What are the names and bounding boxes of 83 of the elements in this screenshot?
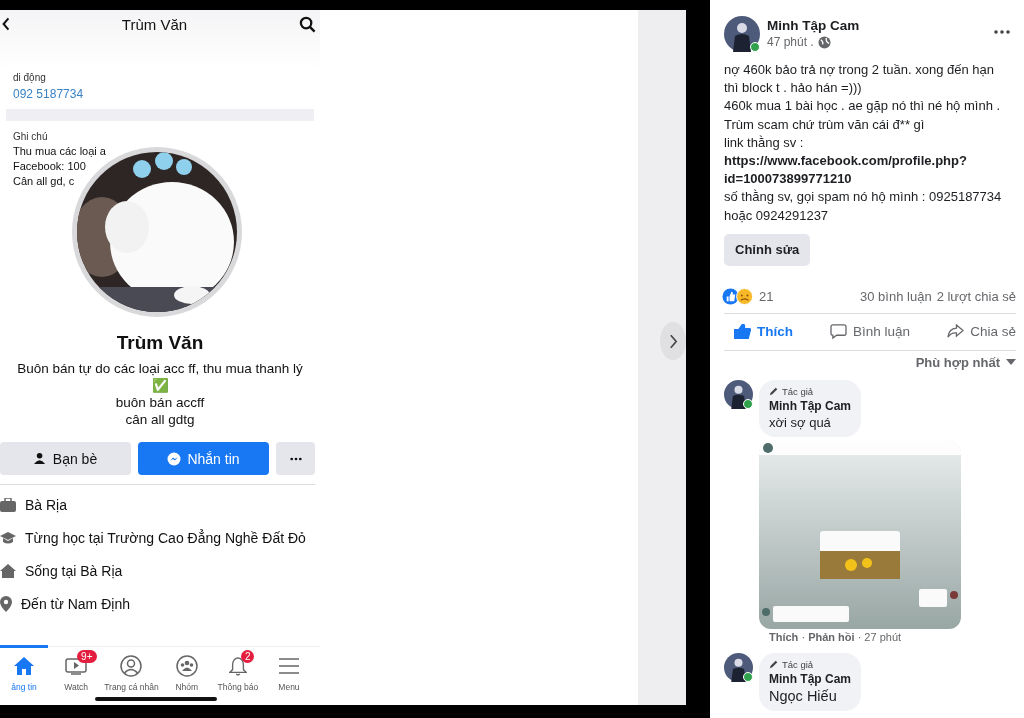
post-text-line: số thằng sv, gọi spam nó hộ mình : 0925187734: [724, 188, 1003, 207]
chevron-right-icon: [668, 333, 678, 349]
post-text-line: Trùm scam chứ trùm văn cái đ** gì: [724, 115, 926, 134]
profile-link[interactable]: id=100073899771210: [724, 170, 1016, 189]
online-dot: [743, 671, 753, 682]
comment-author[interactable]: Minh Tập Cam: [769, 671, 851, 686]
author-label: Tác giả: [782, 658, 814, 670]
post-time[interactable]: 47 phút .: [767, 35, 814, 49]
house-icon: [0, 564, 16, 578]
messenger-icon: [167, 451, 182, 466]
notes-line: Facebook: 100: [13, 160, 87, 172]
share-arrow-icon: [947, 324, 965, 340]
next-button[interactable]: [660, 322, 686, 360]
search-icon[interactable]: [299, 15, 316, 33]
comment-meta: Thích · Phản hồi · 27 phút: [769, 630, 903, 643]
bell-icon: [228, 656, 247, 676]
profile-icon: [120, 655, 143, 677]
info-text: Bà Rịa: [25, 497, 68, 513]
comment-count[interactable]: 30 bình luận: [860, 288, 932, 304]
graduation-cap-icon: [0, 531, 16, 545]
dots-icon: [289, 456, 302, 461]
person-icon: [33, 452, 47, 465]
profile-link[interactable]: https://www.facebook.com/profile.php?: [724, 152, 1016, 171]
bio-line: buôn bán accff: [115, 394, 205, 411]
avatar-icon[interactable]: [724, 379, 753, 409]
notes-line: Thu mua các loại a: [13, 145, 107, 157]
edit-button[interactable]: Chỉnh sửa: [724, 233, 811, 266]
nav-tab[interactable]: 9+ Watch: [51, 645, 102, 692]
info-text: Từng học tại Trường Cao Đẳng Nghề Đất Đỏ: [25, 530, 306, 546]
info-text: Đến từ Nam Định: [21, 596, 130, 612]
profile-name: Trùm Văn: [116, 332, 204, 354]
home-icon: [14, 657, 34, 675]
notification-count: 9+: [77, 650, 97, 663]
globe-icon: [817, 35, 831, 49]
bio-line: ✅: [151, 377, 169, 394]
friends-button[interactable]: Bạn bè: [0, 442, 131, 475]
message-button[interactable]: Nhắn tin: [138, 442, 269, 475]
author-name[interactable]: Minh Tập Cam: [767, 18, 860, 33]
bio-line: cân all gdtg: [125, 411, 195, 428]
post-text-line: link thằng sv :: [724, 133, 805, 152]
menu-icon: [277, 657, 300, 675]
reactions-icon: [722, 287, 754, 305]
speech-bubble-icon: [830, 324, 848, 340]
comment-author[interactable]: Minh Tập Cam: [769, 398, 851, 413]
nav-tab[interactable]: 2 Thông báo: [214, 645, 261, 692]
notification-count: 2: [240, 650, 255, 663]
avatar-icon[interactable]: [724, 16, 760, 52]
info-text: Sống tại Bà Rịa: [25, 563, 123, 579]
contact-label: di động: [13, 72, 47, 83]
share-button[interactable]: Chia sẻ: [947, 324, 1016, 340]
notes-line: Cân all gd, c: [13, 175, 76, 187]
thumbs-up-icon: [734, 324, 751, 340]
pencil-icon: [769, 386, 779, 397]
comment-text: xời sợ quá: [769, 414, 832, 430]
phone-number[interactable]: 092 5187734: [13, 87, 307, 101]
profile-title: Trùm Văn: [121, 15, 188, 33]
location-pin-icon: [0, 596, 12, 612]
online-dot: [750, 42, 760, 52]
avatar-icon[interactable]: [724, 652, 753, 682]
pencil-icon: [769, 659, 779, 670]
post-text-line: hoặc 0924291237: [724, 206, 830, 225]
briefcase-icon: [0, 498, 16, 512]
online-dot: [743, 398, 753, 409]
nav-tab[interactable]: Nhóm: [161, 645, 212, 692]
post-text-line: 460k mua 1 bài học . ae gặp nó thì né hộ mình .: [724, 97, 1002, 116]
post-text-line: nợ 460k bảo trả nợ trong 2 tuần. xong đến hạn: [724, 61, 996, 79]
nav-tab[interactable]: Menu: [263, 645, 314, 692]
sort-dropdown[interactable]: Phù hợp nhất: [915, 354, 1016, 370]
author-label: Tác giả: [782, 385, 814, 397]
back-icon[interactable]: [2, 17, 10, 31]
comment-text: Ngọc Hiếu: [769, 687, 838, 704]
caret-icon: [1006, 359, 1016, 366]
reaction-count[interactable]: 21: [759, 288, 774, 304]
like-button[interactable]: Thích: [734, 324, 793, 340]
post-text-line: thì block t . hảo hán =))): [724, 79, 863, 98]
share-count[interactable]: 2 lượt chia sẻ: [936, 288, 1016, 304]
comment-button[interactable]: Bình luận: [830, 324, 911, 340]
groups-icon: [175, 655, 198, 677]
notes-label: Ghi chú: [13, 131, 49, 142]
bio-line: Buôn bán tự do các loại acc ff, thu mua thanh lý: [17, 360, 303, 377]
nav-tab[interactable]: ảng tin: [0, 645, 48, 692]
nav-tab[interactable]: Trang cá nhân: [104, 645, 159, 692]
more-icon[interactable]: [994, 30, 1010, 34]
